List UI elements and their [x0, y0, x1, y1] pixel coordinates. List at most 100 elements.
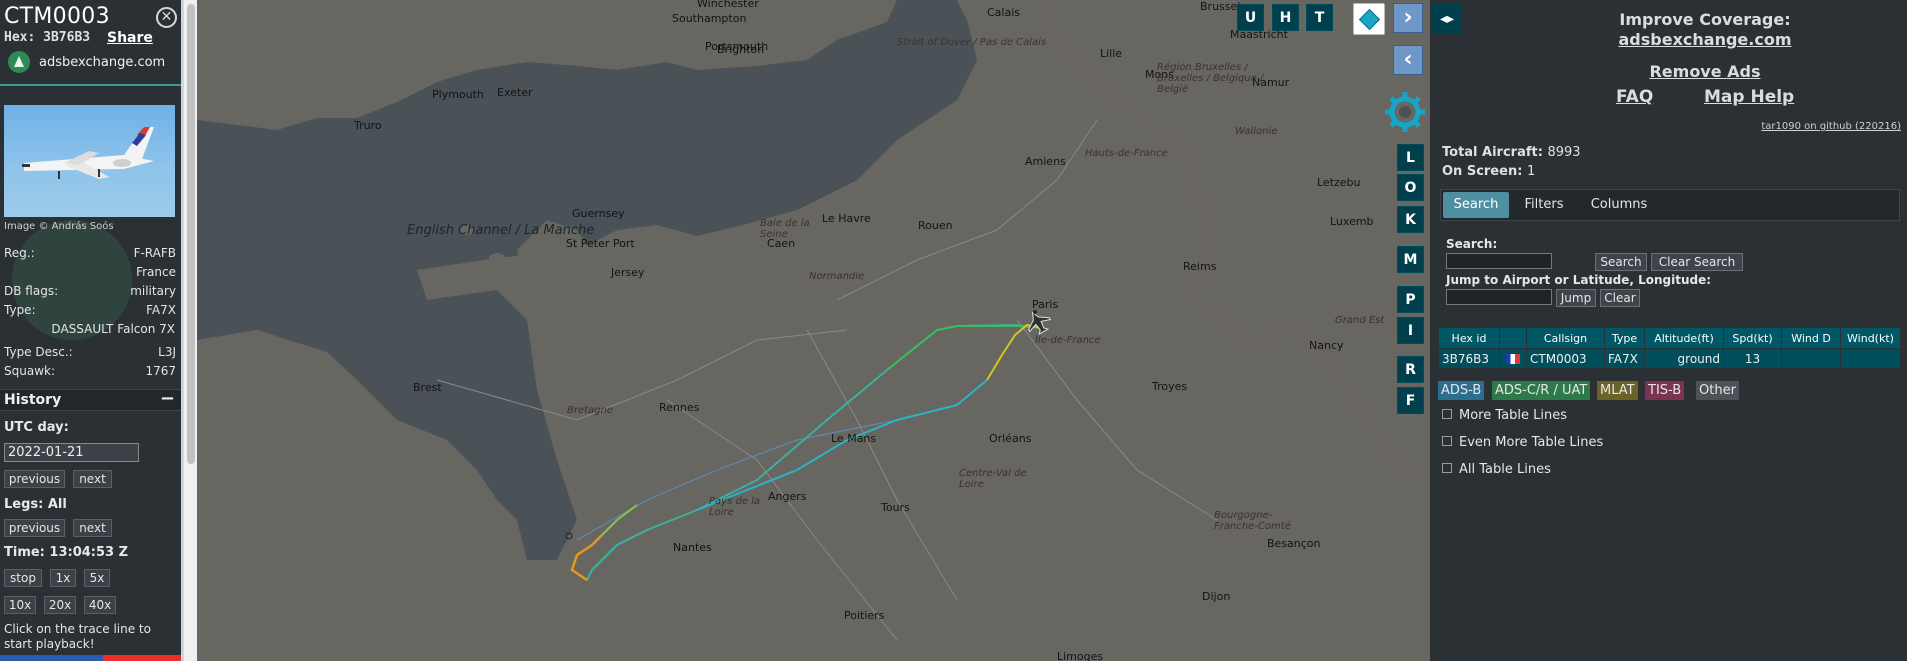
history-header[interactable]: History −	[0, 388, 181, 411]
search-label: Search:	[1446, 237, 1498, 251]
place-label: Jersey	[611, 266, 645, 279]
adsbx-logo-icon	[8, 51, 30, 73]
leg-next-button[interactable]: next	[73, 519, 112, 537]
left-panel-scrollbar[interactable]	[183, 0, 197, 661]
version-link[interactable]: tar1090 on github (220216)	[1761, 121, 1901, 132]
total-value: 8993	[1547, 145, 1581, 160]
expand-right-button[interactable]: ›	[1393, 3, 1423, 33]
map-view[interactable]: Winchester Brighton Southampton Portsmou…	[197, 0, 1430, 661]
left-right-arrows-icon: ◂▸	[1439, 11, 1455, 27]
map-button-i[interactable]: I	[1397, 317, 1424, 344]
brand-link[interactable]: adsbexchange.com	[39, 55, 165, 70]
faq-link[interactable]: FAQ	[1616, 87, 1653, 107]
map-button-t[interactable]: T	[1306, 4, 1333, 31]
sea-label: English Channel / La Manche	[407, 223, 595, 238]
share-link[interactable]: Share	[107, 30, 153, 46]
utc-date-input[interactable]: 2022-01-21	[4, 443, 139, 462]
scrollbar-thumb[interactable]	[187, 4, 195, 464]
checkbox[interactable]	[1442, 462, 1452, 473]
squawk-key: Squawk:	[4, 364, 55, 378]
speed-1x-button[interactable]: 1x	[50, 569, 76, 587]
collapse-icon[interactable]: −	[160, 388, 175, 409]
col-altitude[interactable]: Altitude(ft)	[1644, 327, 1724, 349]
day-next-button[interactable]: next	[73, 470, 112, 488]
toggle-sidebar-button[interactable]: ◂▸	[1432, 4, 1462, 34]
close-icon[interactable]: ✕	[156, 7, 177, 28]
reg-key: Reg.:	[4, 246, 35, 260]
col-hex[interactable]: Hex id	[1438, 327, 1500, 349]
map-button-r[interactable]: R	[1397, 356, 1424, 383]
place-label: Brest	[413, 381, 442, 394]
place-label: Letzebu	[1317, 176, 1361, 189]
collapse-left-button[interactable]: ‹	[1393, 45, 1423, 75]
search-input[interactable]	[1446, 253, 1552, 269]
onscreen-label: On Screen:	[1442, 164, 1523, 179]
place-label: St Peter Port	[566, 237, 635, 250]
day-previous-button[interactable]: previous	[4, 470, 65, 488]
speed-20x-button[interactable]: 20x	[44, 596, 76, 614]
jump-input[interactable]	[1446, 289, 1552, 305]
option-label: More Table Lines	[1459, 408, 1567, 423]
type-value: FA7X	[146, 303, 176, 317]
checkbox[interactable]	[1442, 435, 1452, 446]
aircraft-list-panel: ◂▸ Improve Coverage: adsbexchange.com Re…	[1430, 0, 1907, 661]
jump-label: Jump to Airport or Latitude, Longitude:	[1446, 273, 1712, 287]
checkbox[interactable]	[1442, 408, 1452, 419]
brand-row[interactable]: adsbexchange.com	[8, 51, 165, 73]
col-wind-kt[interactable]: Wind(kt)	[1840, 327, 1901, 349]
playback-help-text: Click on the trace line to start playbac…	[4, 622, 151, 651]
col-type[interactable]: Type	[1604, 327, 1645, 349]
col-speed[interactable]: Spd(kt)	[1723, 327, 1782, 349]
tab-columns[interactable]: Columns	[1579, 192, 1659, 218]
region-label: Wallonie	[1235, 126, 1278, 137]
leg-previous-button[interactable]: previous	[4, 519, 65, 537]
map-button-m[interactable]: M	[1397, 246, 1424, 273]
legend-adsc-uat: ADS-C/R / UAT	[1492, 381, 1591, 400]
tab-filters[interactable]: Filters	[1513, 192, 1575, 218]
map-button-o[interactable]: O	[1397, 174, 1424, 201]
clear-search-button[interactable]: Clear Search	[1651, 253, 1743, 271]
settings-gear-icon[interactable]	[1383, 90, 1427, 134]
col-flag[interactable]	[1499, 327, 1527, 349]
divider	[0, 84, 181, 86]
map-button-p[interactable]: P	[1397, 286, 1424, 313]
search-button[interactable]: Search	[1595, 253, 1647, 271]
option-even-more-lines[interactable]: Even More Table Lines	[1442, 435, 1603, 450]
col-wind-dir[interactable]: Wind D	[1781, 327, 1841, 349]
dbflags-key: DB flags:	[4, 284, 59, 298]
layer-switcher-button[interactable]	[1353, 3, 1385, 35]
improve-coverage-link[interactable]: adsbexchange.com	[1590, 30, 1820, 49]
map-help-link[interactable]: Map Help	[1704, 87, 1794, 107]
place-label: Plymouth	[432, 88, 484, 101]
option-more-lines[interactable]: More Table Lines	[1442, 408, 1567, 423]
option-label: All Table Lines	[1459, 462, 1551, 477]
speed-10x-button[interactable]: 10x	[4, 596, 36, 614]
map-button-f[interactable]: F	[1397, 387, 1424, 414]
map-button-k[interactable]: K	[1397, 206, 1424, 233]
map-button-l[interactable]: L	[1397, 144, 1424, 171]
jump-button[interactable]: Jump	[1556, 289, 1596, 307]
tab-search[interactable]: Search	[1443, 192, 1509, 218]
aircraft-photo[interactable]	[4, 105, 175, 217]
total-aircraft: Total Aircraft: 8993	[1442, 145, 1581, 160]
map-button-h[interactable]: H	[1272, 4, 1299, 31]
map-button-u[interactable]: U	[1237, 4, 1264, 31]
clear-jump-button[interactable]: Clear	[1600, 289, 1640, 307]
place-label: Reims	[1183, 260, 1217, 273]
time-label: Time: 13:04:53 Z	[4, 545, 129, 560]
speed-5x-button[interactable]: 5x	[84, 569, 110, 587]
speed-40x-button[interactable]: 40x	[84, 596, 116, 614]
col-callsign[interactable]: Callsign	[1526, 327, 1605, 349]
row-altitude: ground	[1644, 348, 1724, 369]
place-label: Luxemb	[1330, 215, 1374, 228]
aircraft-info-panel: CTM0003 ✕ Hex: 3B76B3 Share adsbexchange…	[0, 0, 181, 661]
stop-button[interactable]: stop	[4, 569, 42, 587]
legend-adsb: ADS-B	[1438, 381, 1485, 400]
place-label: Brussel	[1200, 0, 1241, 13]
place-label: Nancy	[1309, 339, 1344, 352]
option-all-lines[interactable]: All Table Lines	[1442, 462, 1551, 477]
place-label: Le Mans	[831, 432, 877, 445]
table-row[interactable]: 3B76B3 CTM0003 FA7X ground 13	[1438, 348, 1901, 369]
remove-ads-link[interactable]: Remove Ads	[1590, 62, 1820, 81]
tab-bar: Search Filters Columns	[1440, 189, 1900, 221]
